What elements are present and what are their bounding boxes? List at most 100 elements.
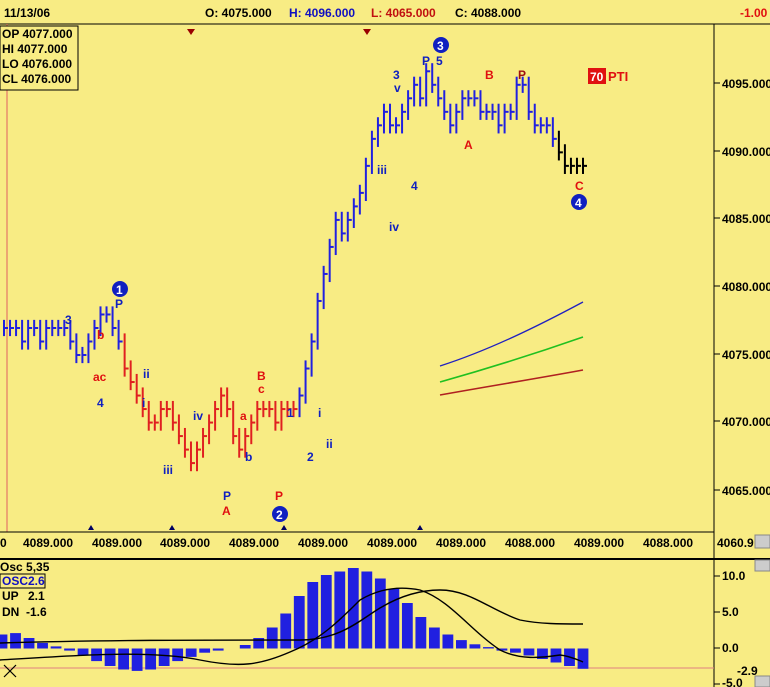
osc-bar <box>266 627 278 649</box>
time-label: 4088.000 <box>505 536 555 550</box>
wave-3-minor-label: 3 <box>65 313 72 327</box>
time-label: 0 <box>0 536 7 550</box>
osc-label: OSC2.6 <box>2 574 45 588</box>
osc-bar <box>455 640 467 649</box>
wave-p-label: P <box>518 68 526 82</box>
wave-3-minor-label: 3 <box>393 68 400 82</box>
osc-signal-line <box>0 589 584 644</box>
blue-trend-line <box>439 301 584 367</box>
wave-2-label: 2 <box>276 508 283 522</box>
osc-bar <box>23 638 35 649</box>
wave-ii-label: ii <box>326 437 333 451</box>
osc-bar <box>523 648 535 656</box>
osc-bar <box>510 648 521 653</box>
header-change: -1.00 <box>740 6 768 20</box>
ohlc-low: LO 4076.000 <box>2 57 72 71</box>
osc-current-readout: -2.9 <box>737 664 758 678</box>
osc-bar <box>374 578 386 649</box>
ohlc-high: HI 4077.000 <box>2 42 68 56</box>
wave-4-minor-label: 4 <box>97 396 104 410</box>
header-low: L: 4065.000 <box>371 6 436 20</box>
price-tick: 4065.000 <box>722 484 770 498</box>
osc-tick: 10.0 <box>722 569 746 583</box>
osc-bar <box>172 648 184 662</box>
osc-title: Osc 5,35 <box>0 560 50 574</box>
wave-a-label: A <box>222 504 231 518</box>
wave-p-label: P <box>422 54 430 68</box>
osc-bar <box>185 648 197 657</box>
header-close: C: 4088.000 <box>455 6 521 20</box>
time-label: 4089.000 <box>367 536 417 550</box>
time-label-current: 4088.000 <box>643 536 693 550</box>
osc-bar <box>50 646 62 649</box>
wave-3-label: 3 <box>437 39 444 53</box>
osc-bar <box>145 648 157 670</box>
crosshair-icon[interactable] <box>3 664 17 678</box>
osc-bar <box>64 648 75 651</box>
osc-bar <box>334 571 346 649</box>
wave-b-minor-label: b <box>97 328 104 342</box>
wave-v-label: v <box>394 81 401 95</box>
osc-bar <box>401 603 413 649</box>
osc-up-value: 2.1 <box>28 589 45 603</box>
osc-dn-value: -1.6 <box>26 605 47 619</box>
wave-ii-label: ii <box>143 367 150 381</box>
osc-bar <box>280 613 292 649</box>
wave-iii-label: iii <box>163 463 173 477</box>
ohlc-open: OP 4077.000 <box>2 27 73 41</box>
price-tick: 4080.000 <box>722 280 770 294</box>
osc-bar <box>104 648 116 666</box>
osc-bar <box>10 633 21 649</box>
osc-bar <box>0 634 8 649</box>
wave-1-label: 1 <box>116 283 123 297</box>
ohlc-close: CL 4076.000 <box>2 72 71 86</box>
wave-ac-label: ac <box>93 370 107 384</box>
time-label: 4089.000 <box>436 536 486 550</box>
wave-iii-label: iii <box>377 163 387 177</box>
osc-bar <box>347 568 359 649</box>
osc-bar <box>199 648 211 653</box>
wave-b-minor-label: b <box>245 450 252 464</box>
price-tick: 4070.000 <box>722 415 770 429</box>
wave-c-label: C <box>575 179 584 193</box>
time-label: 4089.000 <box>574 536 624 550</box>
pti-value: 70 <box>590 70 604 84</box>
osc-bar <box>428 627 440 649</box>
wave-4-label: 4 <box>575 196 582 210</box>
wave-p-label: P <box>275 489 283 503</box>
osc-bar <box>37 642 48 649</box>
osc-bar <box>577 648 589 669</box>
wave-c-minor-label: c <box>258 382 265 396</box>
time-marker <box>281 525 287 530</box>
wave-4-minor-label: 4 <box>411 179 418 193</box>
wave-iv-label: iv <box>389 220 399 234</box>
wave-a-label: A <box>464 138 473 152</box>
wave-p-label: P <box>115 297 123 311</box>
price-tick: 4095.000 <box>722 77 770 91</box>
osc-up-label: UP <box>2 589 19 603</box>
osc-tick: 5.0 <box>722 605 739 619</box>
osc-bar <box>415 617 427 649</box>
time-label: 4089.000 <box>229 536 279 550</box>
price-tick: 4075.000 <box>722 348 770 362</box>
time-label: 4089.000 <box>92 536 142 550</box>
price-tick: 4085.000 <box>722 212 770 226</box>
top-marker <box>363 29 371 35</box>
price-readout: 4060.9 <box>717 536 754 550</box>
chart-window: 11/13/06 O: 4075.000 H: 4096.000 L: 4065… <box>0 0 770 687</box>
osc-bar <box>158 648 170 666</box>
header-open: O: 4075.000 <box>205 6 272 20</box>
wave-iv-label: iv <box>193 409 203 423</box>
osc-bar <box>442 634 454 649</box>
wave-2-minor-label: 2 <box>307 450 314 464</box>
wave-i-label: i <box>142 396 145 410</box>
header-high: H: 4096.000 <box>289 6 355 20</box>
time-label: 4089.000 <box>160 536 210 550</box>
pti-label: PTI <box>608 69 628 84</box>
price-bars <box>3 63 587 472</box>
osc-bar <box>469 644 481 649</box>
top-marker <box>187 29 195 35</box>
time-marker <box>169 525 175 530</box>
green-trend-line <box>439 336 584 383</box>
red-trend-line <box>439 369 584 396</box>
